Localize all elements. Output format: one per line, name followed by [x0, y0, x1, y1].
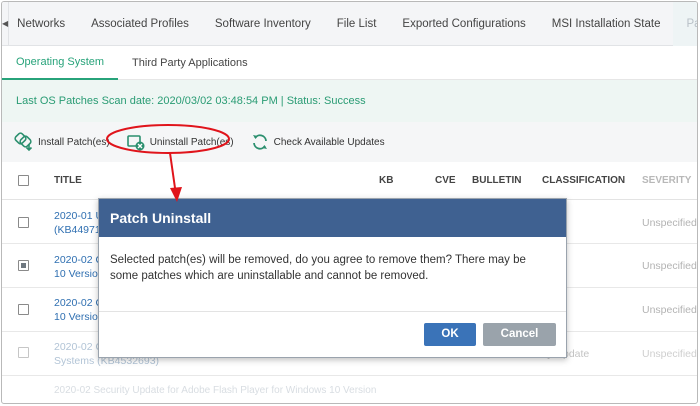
column-classification[interactable]: CLASSIFICATION: [542, 162, 625, 200]
uninstall-patch-icon: [126, 135, 145, 151]
device-details-panel: ◀ Networks Associated Profiles Software …: [1, 1, 698, 404]
patch-title-link[interactable]: 2020-02 C 10 Version: [54, 296, 104, 324]
tab-operating-system[interactable]: Operating System: [2, 46, 119, 80]
scan-status-banner: Last OS Patches Scan date: 2020/03/02 03…: [2, 80, 697, 122]
select-all-checkbox[interactable]: [18, 175, 29, 186]
patch-title-line: 10 Version: [54, 311, 104, 323]
patch-uninstall-dialog: Patch Uninstall Selected patch(es) will …: [98, 198, 567, 358]
column-bulletin[interactable]: BULLETIN: [472, 162, 521, 200]
table-header: TITLE KB CVE BULLETIN CLASSIFICATION SEV…: [2, 162, 697, 200]
tab-file-list[interactable]: File List: [324, 2, 390, 46]
patch-toolbar: Install Patch(es) Uninstall Patch(es) Ch…: [2, 122, 697, 162]
install-patches-button[interactable]: Install Patch(es): [14, 132, 110, 152]
tab-associated-profiles[interactable]: Associated Profiles: [78, 2, 202, 46]
row-checkbox[interactable]: [18, 217, 29, 228]
dialog-message: Selected patch(es) will be removed, do y…: [110, 254, 526, 282]
patch-title-link[interactable]: 2020-01 U (KB44971: [54, 209, 103, 237]
tab-third-party-applications[interactable]: Third Party Applications: [118, 46, 262, 80]
row-checkbox[interactable]: [18, 347, 29, 358]
uninstall-patches-label: Uninstall Patch(es): [149, 136, 234, 148]
tab-software-inventory[interactable]: Software Inventory: [202, 2, 324, 46]
patch-title-link[interactable]: 2020-02 C 10 Version: [54, 253, 104, 281]
scroll-left-button[interactable]: ◀: [2, 2, 10, 46]
tab-msi-installation-state[interactable]: MSI Installation State: [539, 2, 674, 46]
sub-tab-strip: Operating System Third Party Application…: [2, 46, 697, 80]
check-available-updates-button[interactable]: Check Available Updates: [250, 132, 385, 152]
severity-cell: Unspecified: [642, 217, 697, 229]
tab-exported-configurations[interactable]: Exported Configurations: [389, 2, 538, 46]
row-checkbox[interactable]: [18, 260, 29, 271]
uninstall-patches-button[interactable]: Uninstall Patch(es): [126, 132, 234, 152]
patch-title-line: 2020-02 C: [54, 254, 104, 266]
row-checkbox[interactable]: [18, 304, 29, 315]
patch-title-line: 2020-02 C: [54, 297, 104, 309]
dialog-title: Patch Uninstall: [99, 199, 566, 237]
severity-cell: Unspecified: [642, 304, 697, 316]
check-available-updates-label: Check Available Updates: [273, 136, 385, 148]
chevron-left-icon: ◀: [2, 19, 9, 28]
patch-title-line: (KB44971: [54, 224, 101, 236]
column-kb[interactable]: KB: [379, 162, 393, 200]
install-patches-label: Install Patch(es): [38, 136, 110, 148]
dialog-divider: [99, 311, 566, 312]
cancel-button[interactable]: Cancel: [483, 323, 556, 346]
patch-title-line: 10 Version: [54, 268, 104, 280]
install-patch-icon: [14, 132, 33, 152]
severity-cell: Unspecified: [642, 260, 697, 272]
severity-cell: Unspecified: [642, 348, 697, 360]
ok-button[interactable]: OK: [424, 323, 476, 346]
column-cve[interactable]: CVE: [435, 162, 456, 200]
faded-row-title: 2020-02 Security Update for Adobe Flash …: [54, 385, 377, 396]
tab-patch-management[interactable]: Patch Ma: [673, 2, 697, 46]
patch-title-line: 2020-01 U: [54, 210, 104, 222]
refresh-icon: [252, 134, 267, 150]
top-tab-strip: ◀ Networks Associated Profiles Software …: [2, 2, 697, 46]
tab-networks[interactable]: Networks: [9, 2, 78, 46]
column-severity[interactable]: SEVERITY: [642, 162, 691, 200]
column-title[interactable]: TITLE: [54, 162, 82, 200]
